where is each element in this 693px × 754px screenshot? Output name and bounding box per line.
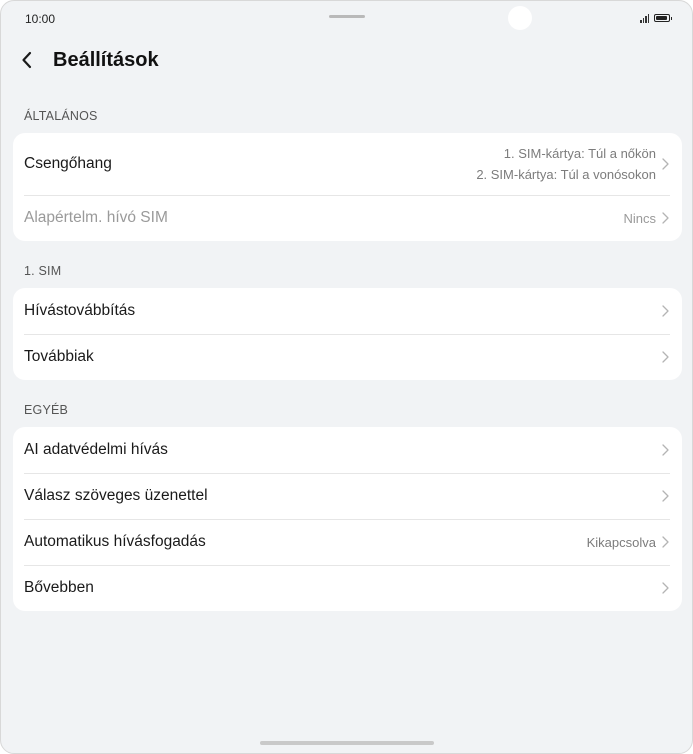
reply-with-sms-label: Válasz szöveges üzenettel — [24, 487, 208, 504]
default-sim-label: Alapértelm. hívó SIM — [24, 209, 168, 226]
reply-with-sms-row[interactable]: Válasz szöveges üzenettel — [13, 473, 682, 519]
chevron-right-icon — [660, 305, 670, 317]
sim1-card: Hívástovábbítás Továbbiak — [13, 288, 682, 380]
more-settings-row[interactable]: Továbbiak — [13, 334, 682, 380]
ai-privacy-call-label: AI adatvédelmi hívás — [24, 441, 168, 458]
signal-icon — [640, 13, 649, 23]
default-sim-row[interactable]: Alapértelm. hívó SIM Nincs — [13, 195, 682, 241]
chevron-left-icon — [22, 51, 32, 69]
battery-icon — [654, 14, 672, 22]
chevron-right-icon — [660, 490, 670, 502]
call-forwarding-label: Hívástovábbítás — [24, 302, 136, 319]
section-title-sim1: 1. SIM — [24, 264, 62, 278]
default-sim-value: Nincs — [623, 210, 656, 226]
ringtone-sim2-value: 2. SIM-kártya: Túl a vonósokon — [476, 167, 656, 182]
page-title: Beállítások — [53, 48, 159, 71]
status-bar: 10:00 — [1, 1, 692, 35]
ringtone-row[interactable]: Csengőhang 1. SIM-kártya: Túl a nőkön 2.… — [13, 133, 682, 195]
chevron-right-icon — [660, 536, 670, 548]
more-info-label: Bővebben — [24, 579, 94, 596]
auto-answer-label: Automatikus hívásfogadás — [24, 533, 206, 550]
auto-answer-value: Kikapcsolva — [586, 534, 656, 550]
other-card: AI adatvédelmi hívás Válasz szöveges üze… — [13, 427, 682, 611]
page-header: Beállítások — [21, 43, 672, 77]
chevron-right-icon — [660, 158, 670, 170]
ringtone-sim1-value: 1. SIM-kártya: Túl a nőkön — [503, 146, 656, 161]
ai-privacy-call-row[interactable]: AI adatvédelmi hívás — [13, 427, 682, 473]
general-card: Csengőhang 1. SIM-kártya: Túl a nőkön 2.… — [13, 133, 682, 241]
ringtone-value: 1. SIM-kártya: Túl a nőkön 2. SIM-kártya… — [476, 143, 656, 185]
front-camera — [508, 6, 532, 30]
status-icons — [640, 13, 672, 23]
call-forwarding-row[interactable]: Hívástovábbítás — [13, 288, 682, 334]
chevron-right-icon — [660, 444, 670, 456]
more-settings-label: Továbbiak — [24, 348, 94, 365]
auto-answer-row[interactable]: Automatikus hívásfogadás Kikapcsolva — [13, 519, 682, 565]
home-indicator[interactable] — [260, 741, 434, 745]
back-button[interactable] — [21, 43, 49, 77]
section-title-general: ÁLTALÁNOS — [24, 109, 98, 123]
chevron-right-icon — [660, 212, 670, 224]
phone-screen: 10:00 Beállítások ÁLTALÁNOS Csengőhang 1… — [0, 0, 693, 754]
chevron-right-icon — [660, 351, 670, 363]
drag-handle — [329, 15, 365, 18]
more-info-row[interactable]: Bővebben — [13, 565, 682, 611]
chevron-right-icon — [660, 582, 670, 594]
section-title-other: EGYÉB — [24, 403, 69, 417]
ringtone-label: Csengőhang — [24, 155, 112, 172]
status-time: 10:00 — [25, 12, 56, 26]
